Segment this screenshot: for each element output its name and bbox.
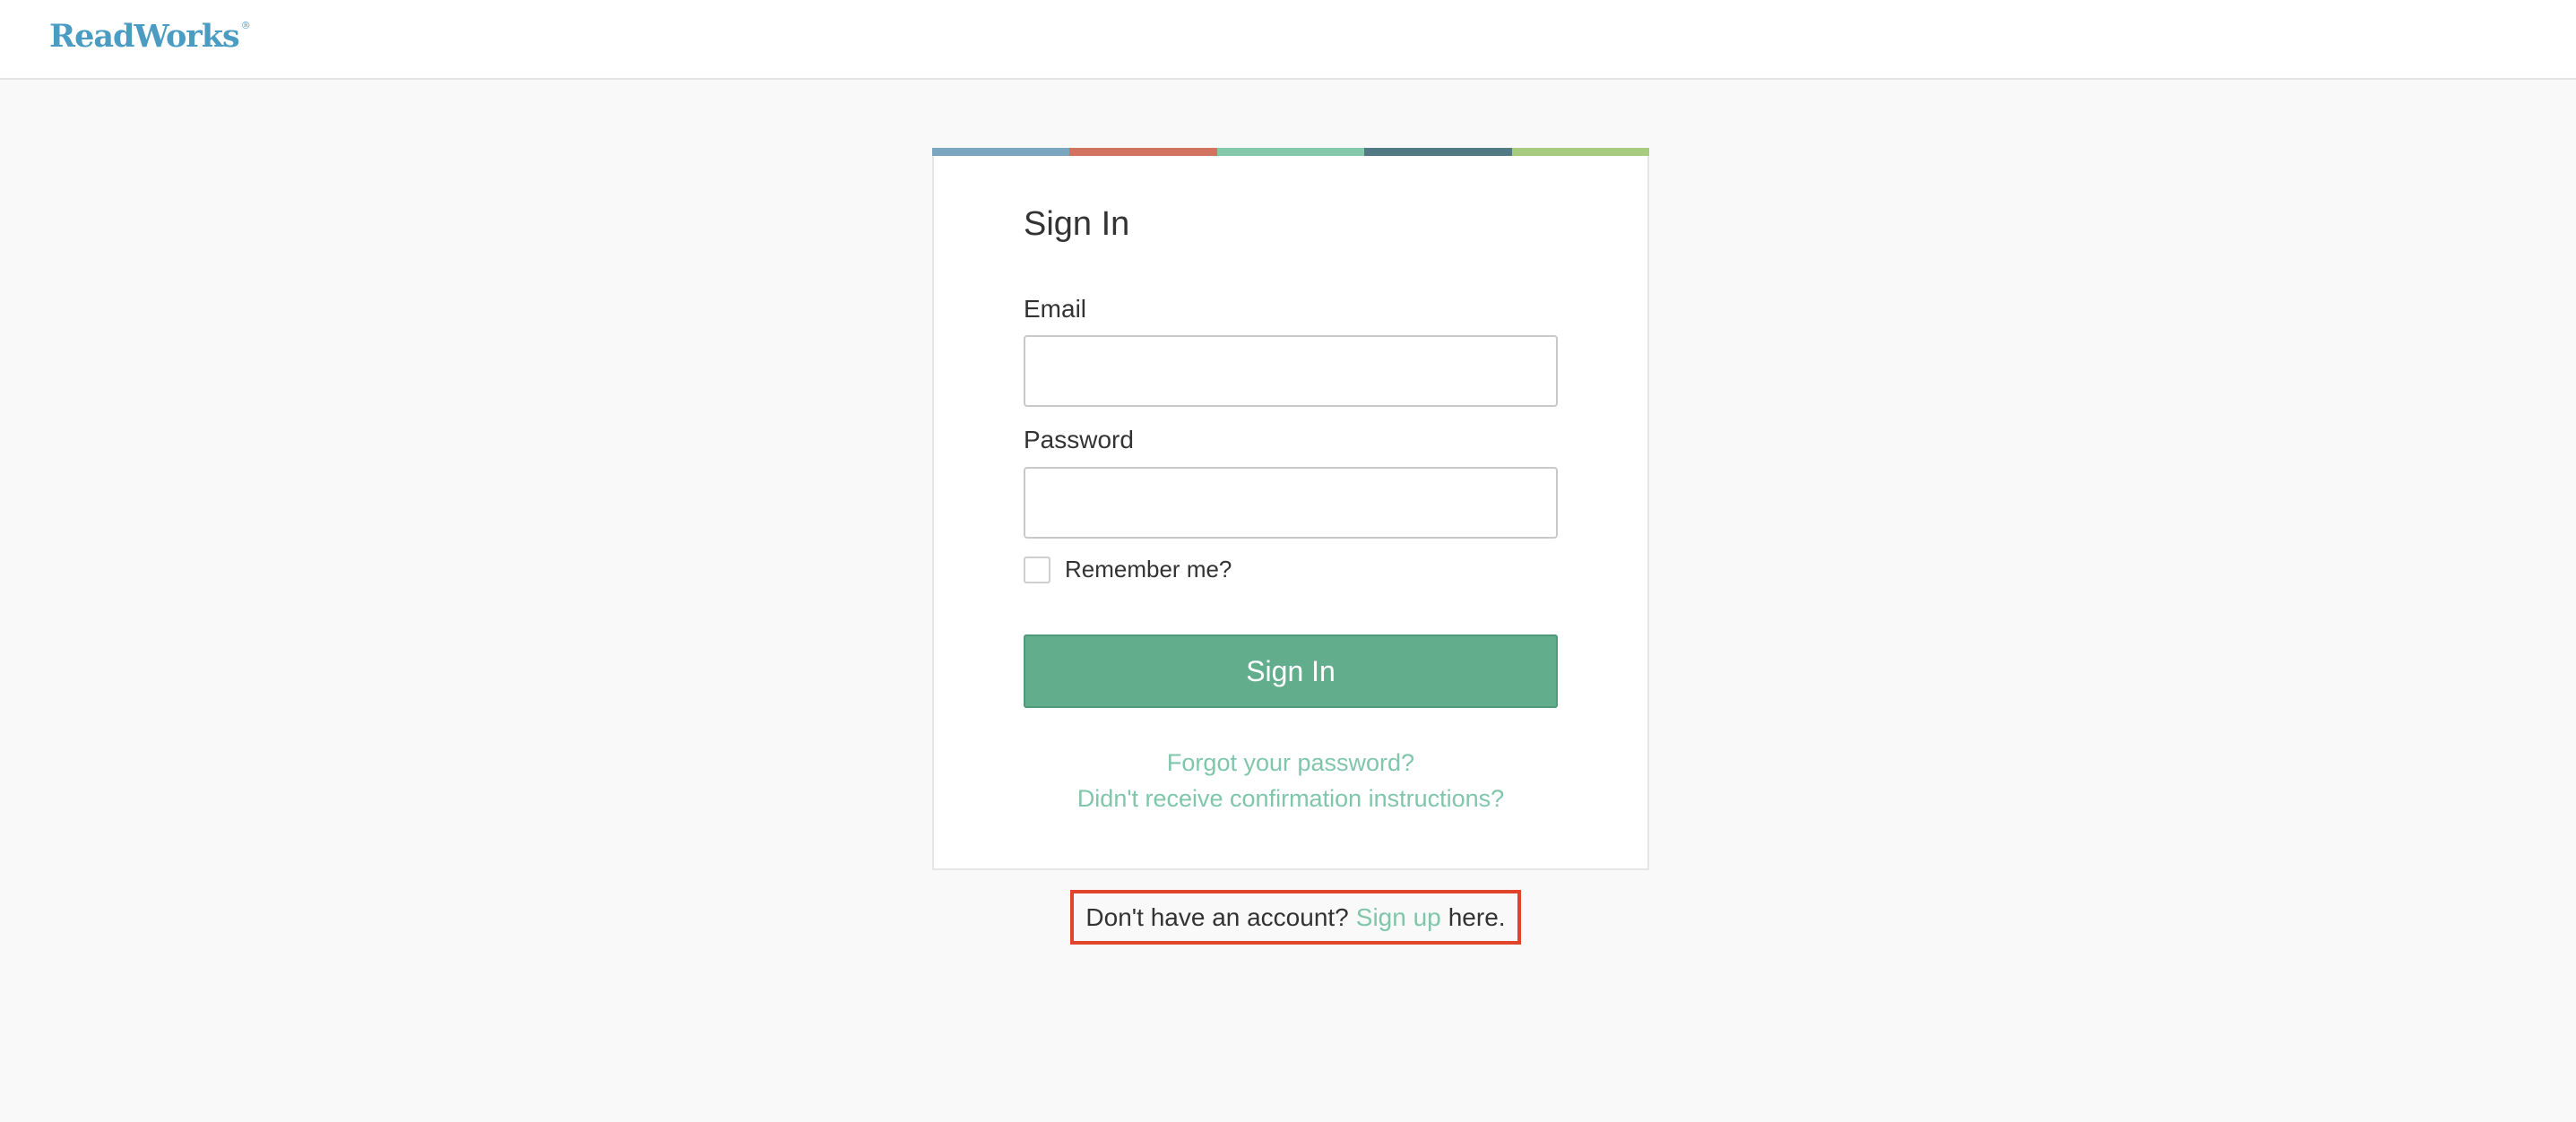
stripe-segment: [1364, 148, 1512, 156]
password-field[interactable]: [1024, 467, 1558, 539]
password-label: Password: [1024, 426, 1134, 453]
stripe-segment: [1069, 148, 1217, 156]
stripe-segment: [932, 148, 1069, 156]
sign-in-button[interactable]: Sign In: [1024, 634, 1558, 708]
remember-me-checkbox[interactable]: [1024, 556, 1050, 583]
logo-text: ReadWorks: [49, 18, 240, 55]
remember-me-label[interactable]: Remember me?: [1065, 556, 1232, 583]
email-label: Email: [1024, 295, 1087, 323]
signup-prompt: Don't have an account? Sign up here.: [1070, 890, 1521, 945]
email-field[interactable]: [1024, 335, 1558, 407]
top-navbar: ReadWorks ®: [0, 0, 2576, 80]
page-title: Sign In: [1024, 205, 1130, 243]
confirmation-row: Didn't receive confirmation instructions…: [934, 785, 1647, 813]
readworks-logo[interactable]: ReadWorks ®: [49, 18, 251, 55]
resend-confirmation-link[interactable]: Didn't receive confirmation instructions…: [1077, 785, 1504, 812]
signin-card: Sign In Email Password Remember me? Sign…: [932, 148, 1649, 870]
signup-suffix-text: here.: [1448, 902, 1506, 931]
forgot-password-row: Forgot your password?: [934, 749, 1647, 777]
color-stripe: [932, 148, 1649, 156]
sign-up-link[interactable]: Sign up: [1356, 903, 1441, 932]
remember-me-row: Remember me?: [1024, 556, 1232, 583]
registered-mark: ®: [240, 20, 251, 31]
forgot-password-link[interactable]: Forgot your password?: [1167, 749, 1414, 776]
stripe-segment: [1512, 148, 1649, 156]
stripe-segment: [1217, 148, 1364, 156]
signup-prefix-text: Don't have an account?: [1085, 902, 1349, 931]
